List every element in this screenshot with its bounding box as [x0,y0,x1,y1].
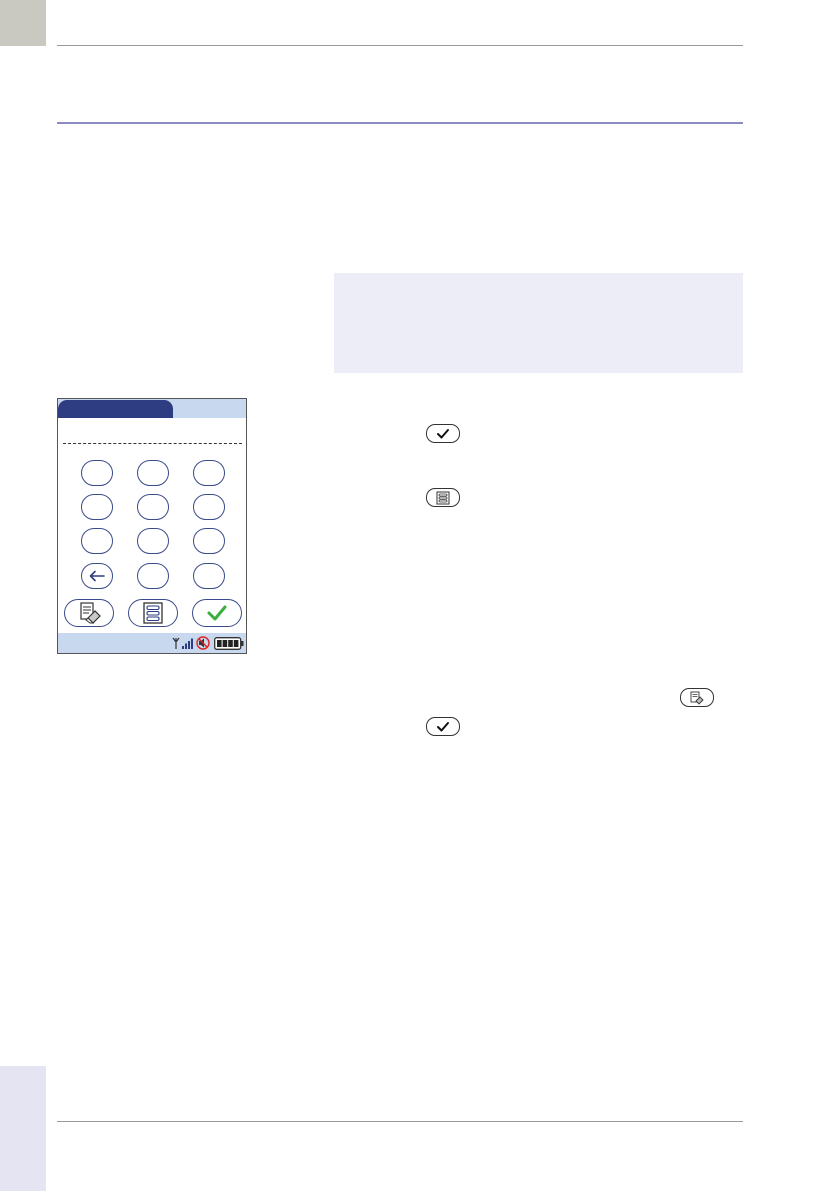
no-sound-icon [196,636,210,650]
device-screen [57,398,247,654]
keypad-key[interactable] [137,494,169,520]
screen-tab-active-label [58,405,66,416]
list-menu-button[interactable] [128,599,178,627]
checkmark-icon [437,721,449,731]
note-box [334,273,743,373]
section-heading-rule [57,122,743,124]
chapter-side-bar [0,1066,46,1191]
keypad-key[interactable] [137,528,169,554]
keypad-key[interactable] [81,460,113,486]
notepad-eraser-icon [80,602,101,624]
checkmark-icon [437,428,449,438]
status-bar [58,633,246,653]
clear-entry-button[interactable] [64,599,114,627]
inline-clear-entry-button [680,688,714,707]
antenna-signal-icon [172,637,193,649]
footer-rule [57,1121,743,1122]
list-menu-icon [143,602,163,624]
keypad-key[interactable] [193,460,225,486]
inline-confirm-button [426,424,460,443]
chapter-corner-tab [0,0,46,46]
backspace-button[interactable] [81,563,113,589]
header-rule [57,45,743,46]
keypad-key[interactable] [137,563,169,589]
keypad-key[interactable] [193,563,225,589]
keypad-key[interactable] [193,528,225,554]
checkmark-icon [207,605,227,621]
list-menu-icon [436,491,450,504]
keypad-key[interactable] [81,528,113,554]
inline-list-menu-button [426,488,460,507]
notepad-eraser-icon [690,691,704,705]
keypad-key[interactable] [81,494,113,520]
entry-field-line[interactable] [63,443,242,444]
battery-full-icon [214,637,244,650]
screen-tab-active[interactable] [58,400,173,418]
keypad-key[interactable] [193,494,225,520]
keypad-key[interactable] [137,460,169,486]
backspace-icon [89,570,105,582]
confirm-button[interactable] [192,599,242,627]
inline-confirm-button [426,717,460,736]
